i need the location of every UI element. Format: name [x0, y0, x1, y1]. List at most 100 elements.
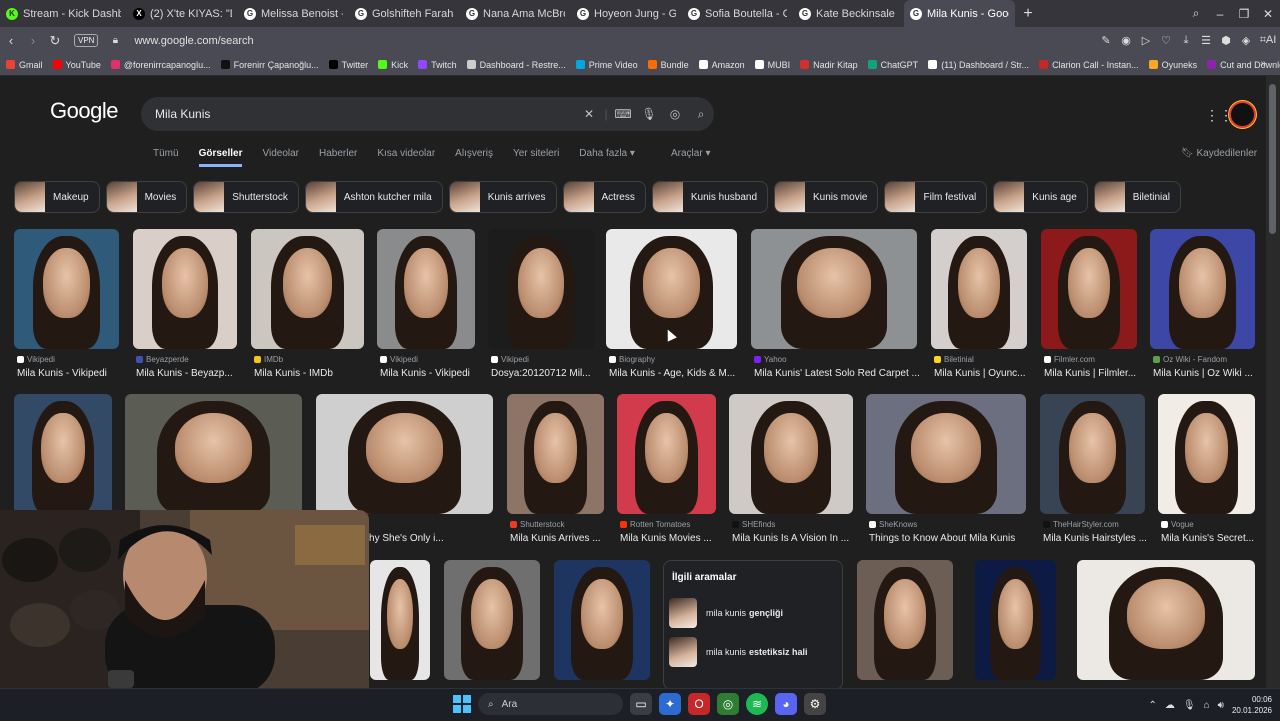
lock-icon[interactable]: 🔒︎	[104, 35, 126, 46]
search-icon[interactable]: ⌕	[688, 107, 714, 122]
image-title[interactable]: Mila Kunis' Latest Solo Red Carpet ...	[754, 368, 920, 379]
image-source[interactable]: TheHairStyler.com	[1043, 520, 1148, 529]
microphone-icon[interactable]: 🎙︎	[636, 107, 662, 121]
image-result-thumbnail[interactable]	[1077, 560, 1255, 680]
bookmark-item[interactable]: Dashboard - Restre...	[466, 60, 566, 70]
filter-tab[interactable]: Alışveriş	[455, 148, 493, 167]
start-button[interactable]	[453, 695, 471, 713]
task-view-icon[interactable]: ▭	[630, 693, 652, 715]
bookmark-item[interactable]: Forenirr Çapanoğlu...	[220, 60, 319, 70]
filter-tab[interactable]: Tümü	[153, 148, 179, 167]
tools-button[interactable]: Araçlar ▾	[671, 148, 710, 159]
edit-icon[interactable]: ✎	[1096, 34, 1116, 47]
minimize-icon[interactable]: –	[1208, 7, 1232, 21]
heart-icon[interactable]: ♡	[1156, 34, 1176, 47]
filter-tab[interactable]: Görseller	[198, 148, 243, 167]
refinement-chip[interactable]: Kunis age	[993, 181, 1088, 213]
image-source[interactable]: Biletinial	[934, 355, 1030, 364]
bookmark-item[interactable]: Gmail	[6, 60, 43, 70]
image-source[interactable]: SHEfinds	[732, 520, 856, 529]
image-result-thumbnail[interactable]	[931, 229, 1027, 349]
wallet-icon[interactable]: ◈	[1236, 34, 1256, 47]
filter-tab[interactable]: Daha fazla ▾	[579, 148, 635, 167]
page-scrollbar[interactable]	[1266, 76, 1280, 688]
search-query[interactable]: Mila Kunis	[155, 107, 576, 121]
image-result-thumbnail[interactable]	[975, 560, 1056, 680]
vpn-badge[interactable]: VPN	[74, 34, 99, 47]
browser-tab[interactable]: G Golshifteh Farahani - Goo	[349, 0, 460, 27]
filter-tab[interactable]: Haberler	[319, 148, 357, 167]
filter-tab[interactable]: Videolar	[262, 148, 299, 167]
spotify-icon[interactable]: ≋	[746, 693, 768, 715]
image-result-thumbnail[interactable]	[488, 229, 594, 349]
bookmark-item[interactable]: Bundle	[647, 60, 689, 70]
image-source[interactable]: Biography	[609, 355, 740, 364]
image-result-thumbnail[interactable]	[751, 229, 917, 349]
play-icon[interactable]: ▷	[1136, 34, 1156, 47]
download-icon[interactable]: ⤓	[1176, 34, 1196, 47]
lens-icon[interactable]: ◎	[662, 107, 688, 121]
back-icon[interactable]: ‹	[0, 33, 22, 48]
discord-icon[interactable]: ◕	[775, 693, 797, 715]
filter-tab[interactable]: Kısa videolar	[377, 148, 435, 167]
image-source[interactable]: Shutterstock	[510, 520, 607, 529]
browser-tab[interactable]: G Sofia Boutella - Google'da	[682, 0, 793, 27]
refinement-chip[interactable]: Shutterstock	[193, 181, 299, 213]
refinement-chip[interactable]: Kunis arrives	[448, 181, 557, 213]
refinement-chip[interactable]: Ashton kutcher mila	[304, 181, 443, 213]
browser-tab[interactable]: G Kate Beckinsale - Google'	[793, 0, 904, 27]
network-icon[interactable]: ⌂	[1204, 700, 1210, 711]
filter-tab[interactable]: Yer siteleri	[513, 148, 559, 167]
avatar[interactable]	[1229, 101, 1256, 128]
image-title[interactable]: Mila Kunis - Vikipedi	[17, 368, 122, 379]
image-title[interactable]: Mila Kunis's Secret...	[1161, 533, 1258, 544]
image-title[interactable]: Mila Kunis - Vikipedi	[380, 368, 478, 379]
image-title[interactable]: Mila Kunis | Oz Wiki ...	[1153, 368, 1258, 379]
bookmark-item[interactable]: Twitter	[328, 60, 368, 70]
bookmark-item[interactable]: ChatGPT	[867, 60, 918, 70]
image-source[interactable]: IMDb	[254, 355, 367, 364]
image-result-thumbnail[interactable]	[14, 394, 112, 514]
search-tabs-icon[interactable]: ⌕	[1184, 6, 1208, 21]
image-result-thumbnail[interactable]	[316, 394, 493, 514]
image-source[interactable]: Vikipedi	[17, 355, 122, 364]
app-icon[interactable]: ⚙	[804, 693, 826, 715]
reload-icon[interactable]: ↻	[44, 33, 66, 49]
image-result-thumbnail[interactable]	[444, 560, 540, 680]
new-tab-icon[interactable]: +	[1015, 5, 1041, 23]
bookmark-item[interactable]: Nadir Kitap	[800, 60, 858, 70]
image-result-thumbnail[interactable]	[1041, 229, 1137, 349]
google-logo[interactable]: Google	[50, 98, 118, 124]
image-title[interactable]: Mila Kunis | Oyunc...	[934, 368, 1030, 379]
image-result-thumbnail[interactable]	[251, 229, 364, 349]
browser-tab[interactable]: X (2) X'te KIYAS: "Dünyanın	[127, 0, 238, 27]
image-source[interactable]: Vikipedi	[491, 355, 597, 364]
bookmarks-overflow-icon[interactable]: »	[1260, 58, 1266, 69]
browser-tab[interactable]: G Mila Kunis - Google'da A	[904, 0, 1015, 27]
image-source[interactable]: SheKnows	[869, 520, 1029, 529]
image-title[interactable]: Mila Kunis Is A Vision In ...	[732, 533, 856, 544]
list-icon[interactable]: ☰	[1196, 34, 1216, 47]
bookmark-item[interactable]: Cut and Download...	[1207, 60, 1280, 70]
image-result-thumbnail[interactable]	[125, 394, 302, 514]
copilot-icon[interactable]: ✦	[659, 693, 681, 715]
clear-icon[interactable]: ✕	[576, 107, 602, 121]
bookmark-item[interactable]: MUBI	[754, 60, 790, 70]
microphone-icon[interactable]: 🎙︎	[1183, 700, 1196, 711]
search-box[interactable]: Mila Kunis ✕ | ⌨ 🎙︎ ◎ ⌕	[141, 97, 714, 131]
image-source[interactable]: Rotten Tomatoes	[620, 520, 719, 529]
bookmark-item[interactable]: Prime Video	[575, 60, 638, 70]
volume-icon[interactable]: 🔊︎	[1218, 700, 1224, 711]
bookmark-item[interactable]: YouTube	[52, 60, 101, 70]
image-source[interactable]: Beyazperde	[136, 355, 240, 364]
image-title[interactable]: Dosya:20120712 Mil...	[491, 368, 597, 379]
bookmark-item[interactable]: Oyuneks	[1148, 60, 1197, 70]
bookmark-item[interactable]: Twitch	[418, 60, 457, 70]
keyboard-icon[interactable]: ⌨	[610, 107, 636, 121]
related-item[interactable]: mila kunis gençliği	[669, 597, 837, 629]
browser-tab[interactable]: G Hoyeon Jung - Google'da	[571, 0, 682, 27]
taskbar-search[interactable]: ⌕ Ara	[478, 693, 623, 715]
related-item[interactable]: mila kunis estetiksiz hali	[669, 636, 837, 668]
image-result-thumbnail[interactable]	[133, 229, 237, 349]
bookmark-item[interactable]: Clarion Call - Instan...	[1039, 60, 1139, 70]
